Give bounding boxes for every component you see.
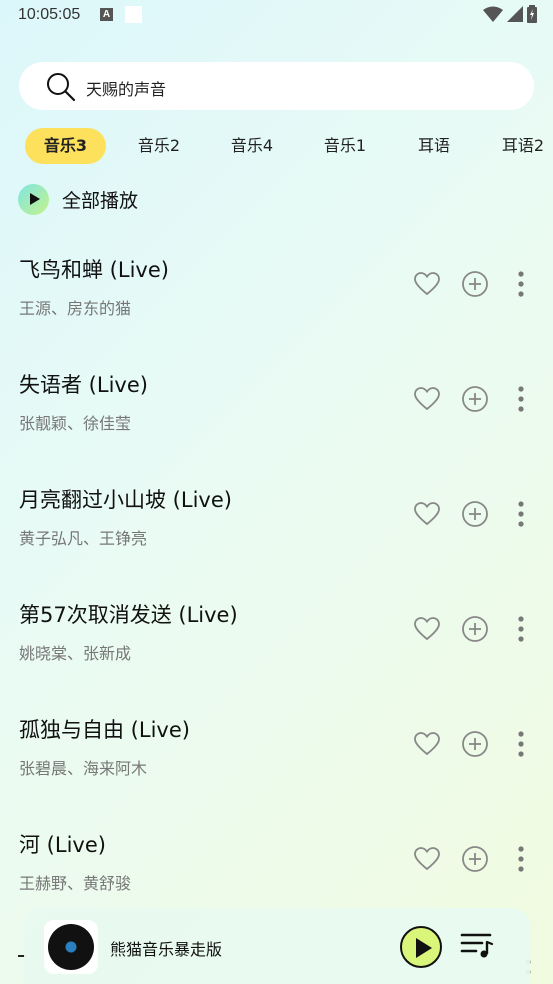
heart-icon[interactable] — [413, 615, 441, 643]
add-icon[interactable] — [461, 270, 489, 298]
tab-whisper[interactable]: 耳语 — [406, 128, 462, 164]
song-title: 月亮翻过小山坡 (Live) — [19, 488, 232, 512]
notification-box-icon — [125, 6, 142, 23]
song-artist: 张靓颖、徐佳莹 — [19, 414, 132, 433]
playlist-icon[interactable] — [460, 930, 494, 960]
heart-icon[interactable] — [413, 845, 441, 873]
more-icon[interactable] — [517, 730, 525, 758]
search-query: 天赐的声音 — [86, 80, 167, 99]
song-artist: 王源、房东的猫 — [19, 299, 132, 318]
song-artist: 黄子弘凡、王铮亮 — [19, 529, 148, 548]
song-actions — [413, 728, 553, 762]
tab-music1[interactable]: 音乐1 — [312, 128, 378, 164]
more-icon[interactable] — [517, 845, 525, 873]
song-title: 飞鸟和蝉 (Live) — [19, 258, 169, 282]
song-row[interactable]: 飞鸟和蝉 (Live) 王源、房东的猫 — [0, 230, 553, 345]
heart-icon[interactable] — [413, 500, 441, 528]
more-icon[interactable] — [517, 615, 525, 643]
song-actions — [413, 268, 553, 302]
signal-icon — [507, 6, 523, 22]
status-time: 10:05:05 — [18, 6, 81, 23]
song-title: 河 (Live) — [19, 833, 106, 857]
heart-icon[interactable] — [413, 385, 441, 413]
more-icon[interactable] — [517, 270, 525, 298]
category-tabs: 音乐3 音乐2 音乐4 音乐1 耳语 耳语2 — [0, 128, 553, 166]
play-button[interactable] — [400, 926, 442, 968]
album-art[interactable] — [44, 920, 98, 974]
play-all-button[interactable]: 全部播放 — [18, 183, 138, 215]
add-icon[interactable] — [461, 500, 489, 528]
song-actions — [413, 843, 553, 877]
battery-icon — [527, 5, 537, 23]
song-artist: 姚晓棠、张新成 — [19, 644, 132, 663]
add-icon[interactable] — [461, 385, 489, 413]
status-bar: 10:05:05 A — [0, 0, 553, 32]
search-icon — [47, 73, 76, 102]
mini-player[interactable]: 熊猫音乐暴走版 — [24, 908, 530, 984]
song-row[interactable]: 第57次取消发送 (Live) 姚晓棠、张新成 — [0, 575, 553, 690]
heart-icon[interactable] — [413, 730, 441, 758]
add-icon[interactable] — [461, 730, 489, 758]
song-actions — [413, 498, 553, 532]
search-bar[interactable]: 天赐的声音 — [19, 62, 534, 110]
play-all-icon — [18, 183, 49, 215]
song-row[interactable]: 河 (Live) 王赫野、黄舒骏 — [0, 805, 553, 920]
status-icons — [483, 5, 537, 23]
song-title: 第57次取消发送 (Live) — [19, 603, 238, 627]
song-title: 失语者 (Live) — [19, 373, 148, 397]
tab-music3[interactable]: 音乐3 — [25, 128, 106, 164]
song-row[interactable]: 月亮翻过小山坡 (Live) 黄子弘凡、王铮亮 — [0, 460, 553, 575]
more-icon[interactable] — [517, 385, 525, 413]
tab-music2[interactable]: 音乐2 — [126, 128, 192, 164]
song-title: 孤独与自由 (Live) — [19, 718, 190, 742]
song-row[interactable]: 失语者 (Live) 张靓颖、徐佳莹 — [0, 345, 553, 460]
wifi-icon — [483, 6, 503, 22]
heart-icon[interactable] — [413, 270, 441, 298]
keyboard-a-icon: A — [100, 8, 113, 21]
add-icon[interactable] — [461, 845, 489, 873]
song-artist: 张碧晨、海来阿木 — [19, 759, 148, 778]
more-icon[interactable] — [517, 500, 525, 528]
tab-music4[interactable]: 音乐4 — [219, 128, 285, 164]
song-actions — [413, 383, 553, 417]
song-row[interactable]: 孤独与自由 (Live) 张碧晨、海来阿木 — [0, 690, 553, 805]
vinyl-record-icon — [48, 924, 94, 970]
tab-whisper2[interactable]: 耳语2 — [490, 128, 553, 164]
player-title: 熊猫音乐暴走版 — [110, 940, 223, 959]
song-actions — [413, 613, 553, 647]
song-artist: 王赫野、黄舒骏 — [19, 874, 132, 893]
play-all-label: 全部播放 — [62, 189, 139, 212]
add-icon[interactable] — [461, 615, 489, 643]
